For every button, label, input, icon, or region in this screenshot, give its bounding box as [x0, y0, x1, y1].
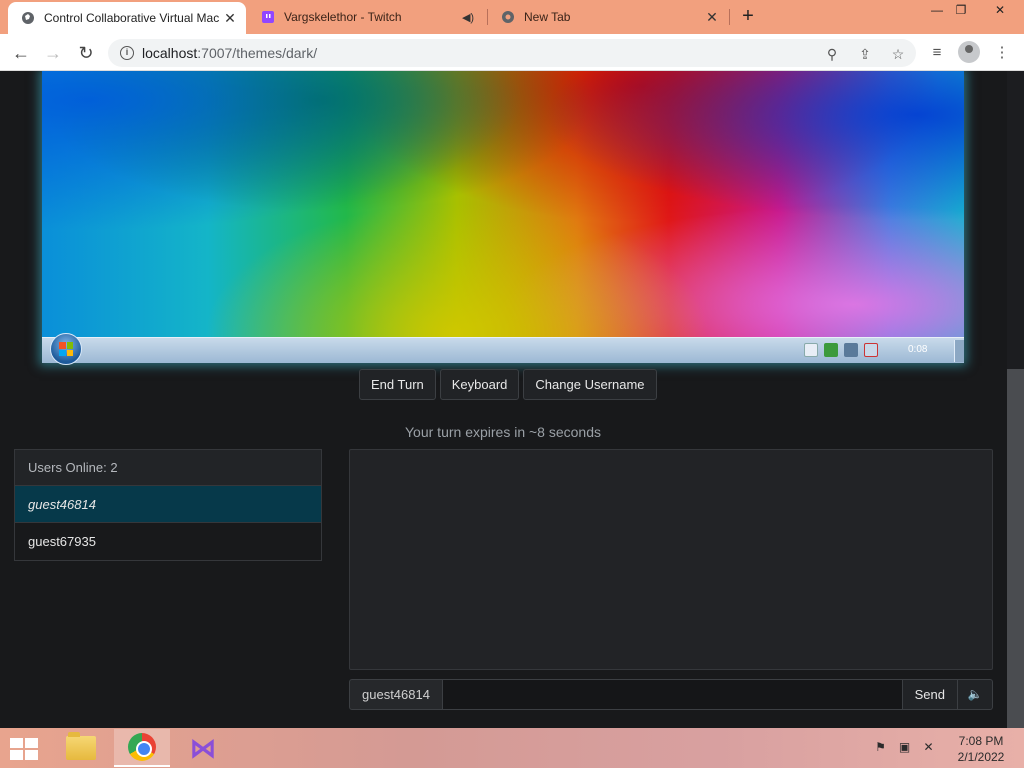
vm-security-icon[interactable]	[824, 343, 838, 357]
close-tab-icon[interactable]: ✕	[702, 9, 722, 26]
chat-input[interactable]	[442, 679, 903, 710]
forward-button[interactable]: →	[40, 40, 66, 66]
mute-tab-icon[interactable]: ◀︎)	[458, 11, 478, 24]
vm-network-icon[interactable]	[844, 343, 858, 357]
vm-clock: 0:08	[908, 344, 928, 355]
system-clock[interactable]: 7:08 PM 2/1/2022	[950, 733, 1012, 765]
end-turn-button[interactable]: End Turn	[359, 369, 436, 400]
windows-start-icon[interactable]	[10, 738, 38, 760]
tab-new-tab[interactable]: New Tab ✕	[488, 0, 728, 34]
new-tab-button[interactable]: +	[737, 5, 759, 27]
vm-document-icon[interactable]	[804, 343, 818, 357]
vm-tray	[804, 343, 878, 357]
user-list: Users Online: 2 guest46814 guest67935	[14, 449, 322, 561]
user-list-item[interactable]: guest67935	[15, 523, 321, 560]
address-bar[interactable]: i localhost:7007/themes/dark/ ⚲ ⇪ ☆	[108, 39, 916, 67]
twitch-icon	[260, 9, 276, 25]
chrome-taskbar-icon[interactable]	[114, 729, 170, 767]
vm-taskbar: 0:08	[42, 333, 964, 365]
action-center-flag-icon[interactable]: ⚑	[873, 740, 888, 755]
page-content: 0:08 End Turn Keyboard Change Username Y…	[0, 71, 1024, 728]
scrollbar-thumb[interactable]	[1007, 369, 1024, 728]
vm-controls: End Turn Keyboard Change Username	[359, 369, 657, 400]
vm-volume-muted-icon[interactable]	[864, 343, 878, 357]
speaker-icon[interactable]: 🔈	[958, 679, 993, 710]
chat-input-row: guest46814 Send 🔈	[349, 679, 993, 710]
vm-start-orb-icon[interactable]	[50, 333, 82, 365]
tab-title: New Tab	[524, 10, 571, 24]
network-icon[interactable]: ▣	[897, 740, 912, 755]
chat-username-label: guest46814	[349, 679, 443, 710]
vm-display[interactable]: 0:08	[42, 71, 964, 365]
send-button[interactable]: Send	[902, 679, 958, 710]
keyboard-button[interactable]: Keyboard	[439, 369, 520, 400]
windows-taskbar: ⋈ ⚑ ▣ ✕ 7:08 PM 2/1/2022	[0, 728, 1024, 768]
chat-messages[interactable]	[349, 449, 993, 670]
close-tab-icon[interactable]: ✕	[220, 10, 240, 27]
user-list-item[interactable]: guest46814	[15, 486, 321, 523]
share-icon[interactable]: ⇪	[856, 45, 874, 63]
turn-status: Your turn expires in ~8 seconds	[405, 424, 601, 440]
restore-button[interactable]: ❐	[946, 0, 976, 22]
site-info-icon[interactable]: i	[120, 46, 134, 60]
clock-time: 7:08 PM	[958, 734, 1004, 748]
file-explorer-icon[interactable]	[53, 729, 109, 767]
globe-icon	[20, 10, 36, 26]
zoom-icon[interactable]: ⚲	[823, 45, 841, 63]
browser-toolbar: ← → ↻ i localhost:7007/themes/dark/ ⚲ ⇪ …	[0, 34, 1024, 71]
page-scrollbar[interactable]	[1007, 71, 1024, 728]
tab-twitch[interactable]: Vargskelethor - Twitch ◀︎)	[248, 0, 484, 34]
visual-studio-icon[interactable]: ⋈	[175, 729, 231, 767]
menu-kebab-icon[interactable]: ⋮	[989, 40, 1015, 66]
users-online-header: Users Online: 2	[15, 450, 321, 486]
close-window-button[interactable]: ✕	[985, 0, 1015, 22]
tab-title: Control Collaborative Virtual Mac	[44, 11, 220, 25]
back-button[interactable]: ←	[8, 40, 34, 66]
bookmark-star-icon[interactable]: ☆	[889, 45, 907, 63]
change-username-button[interactable]: Change Username	[523, 369, 657, 400]
volume-muted-icon[interactable]: ✕	[921, 740, 936, 755]
tab-cvm[interactable]: Control Collaborative Virtual Mac ✕	[8, 2, 246, 34]
system-tray: ⚑ ▣ ✕	[873, 740, 936, 755]
chrome-icon	[500, 9, 516, 25]
tab-strip: Control Collaborative Virtual Mac ✕ Varg…	[0, 0, 1024, 34]
url-text: localhost:7007/themes/dark/	[142, 45, 318, 61]
vm-show-desktop-button[interactable]	[954, 340, 964, 362]
tab-title: Vargskelethor - Twitch	[284, 10, 402, 24]
tab-separator	[729, 9, 730, 25]
media-control-icon[interactable]: ≡	[924, 40, 950, 66]
clock-date: 2/1/2022	[957, 750, 1005, 764]
reload-button[interactable]: ↻	[73, 40, 99, 66]
profile-avatar-icon[interactable]	[958, 41, 980, 63]
